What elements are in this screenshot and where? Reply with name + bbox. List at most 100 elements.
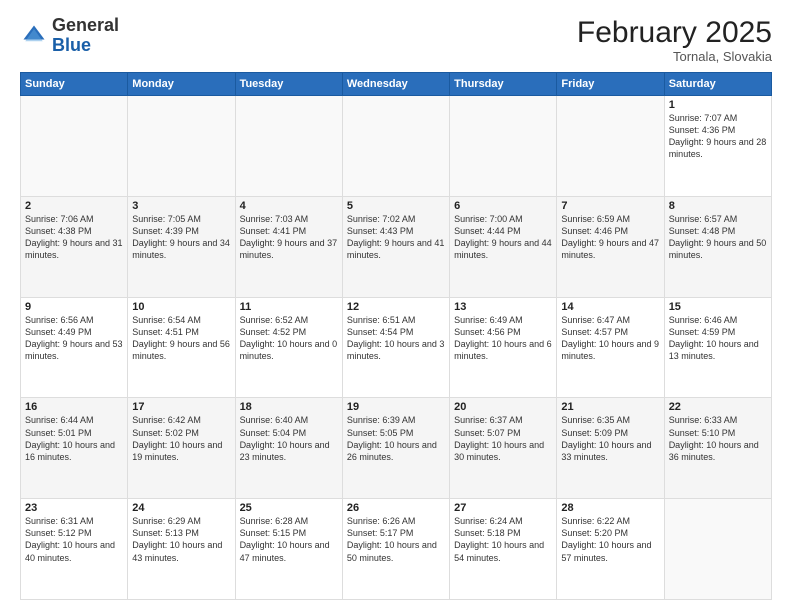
day-cell: 7Sunrise: 6:59 AM Sunset: 4:46 PM Daylig… xyxy=(557,196,664,297)
day-info: Sunrise: 6:29 AM Sunset: 5:13 PM Dayligh… xyxy=(132,515,230,564)
day-info: Sunrise: 6:35 AM Sunset: 5:09 PM Dayligh… xyxy=(561,414,659,463)
day-info: Sunrise: 7:06 AM Sunset: 4:38 PM Dayligh… xyxy=(25,213,123,262)
day-number: 7 xyxy=(561,200,659,212)
day-number: 23 xyxy=(25,502,123,514)
day-number: 13 xyxy=(454,301,552,313)
day-number: 12 xyxy=(347,301,445,313)
day-info: Sunrise: 6:31 AM Sunset: 5:12 PM Dayligh… xyxy=(25,515,123,564)
day-info: Sunrise: 7:05 AM Sunset: 4:39 PM Dayligh… xyxy=(132,213,230,262)
day-info: Sunrise: 6:28 AM Sunset: 5:15 PM Dayligh… xyxy=(240,515,338,564)
day-info: Sunrise: 6:49 AM Sunset: 4:56 PM Dayligh… xyxy=(454,314,552,363)
day-cell: 17Sunrise: 6:42 AM Sunset: 5:02 PM Dayli… xyxy=(128,398,235,499)
day-info: Sunrise: 6:47 AM Sunset: 4:57 PM Dayligh… xyxy=(561,314,659,363)
day-info: Sunrise: 6:52 AM Sunset: 4:52 PM Dayligh… xyxy=(240,314,338,363)
title-block: February 2025 Tornala, Slovakia xyxy=(577,16,772,64)
logo-general: General xyxy=(52,15,119,35)
day-info: Sunrise: 6:42 AM Sunset: 5:02 PM Dayligh… xyxy=(132,414,230,463)
day-number: 5 xyxy=(347,200,445,212)
day-info: Sunrise: 6:26 AM Sunset: 5:17 PM Dayligh… xyxy=(347,515,445,564)
day-number: 4 xyxy=(240,200,338,212)
day-cell xyxy=(557,96,664,197)
day-number: 21 xyxy=(561,401,659,413)
day-number: 26 xyxy=(347,502,445,514)
day-info: Sunrise: 6:44 AM Sunset: 5:01 PM Dayligh… xyxy=(25,414,123,463)
week-row-4: 23Sunrise: 6:31 AM Sunset: 5:12 PM Dayli… xyxy=(21,499,772,600)
day-info: Sunrise: 6:51 AM Sunset: 4:54 PM Dayligh… xyxy=(347,314,445,363)
day-number: 27 xyxy=(454,502,552,514)
logo: General Blue xyxy=(20,16,119,56)
day-number: 11 xyxy=(240,301,338,313)
day-info: Sunrise: 6:46 AM Sunset: 4:59 PM Dayligh… xyxy=(669,314,767,363)
day-cell xyxy=(342,96,449,197)
day-cell: 16Sunrise: 6:44 AM Sunset: 5:01 PM Dayli… xyxy=(21,398,128,499)
calendar-header-row: Sunday Monday Tuesday Wednesday Thursday… xyxy=(21,73,772,96)
day-number: 8 xyxy=(669,200,767,212)
day-number: 3 xyxy=(132,200,230,212)
day-cell: 27Sunrise: 6:24 AM Sunset: 5:18 PM Dayli… xyxy=(450,499,557,600)
day-cell: 24Sunrise: 6:29 AM Sunset: 5:13 PM Dayli… xyxy=(128,499,235,600)
day-info: Sunrise: 6:39 AM Sunset: 5:05 PM Dayligh… xyxy=(347,414,445,463)
day-cell xyxy=(450,96,557,197)
day-cell: 26Sunrise: 6:26 AM Sunset: 5:17 PM Dayli… xyxy=(342,499,449,600)
week-row-3: 16Sunrise: 6:44 AM Sunset: 5:01 PM Dayli… xyxy=(21,398,772,499)
month-title: February 2025 xyxy=(577,16,772,49)
col-thursday: Thursday xyxy=(450,73,557,96)
col-friday: Friday xyxy=(557,73,664,96)
day-cell: 1Sunrise: 7:07 AM Sunset: 4:36 PM Daylig… xyxy=(664,96,771,197)
calendar-table: Sunday Monday Tuesday Wednesday Thursday… xyxy=(20,72,772,600)
day-cell: 8Sunrise: 6:57 AM Sunset: 4:48 PM Daylig… xyxy=(664,196,771,297)
day-cell: 14Sunrise: 6:47 AM Sunset: 4:57 PM Dayli… xyxy=(557,297,664,398)
col-tuesday: Tuesday xyxy=(235,73,342,96)
day-number: 1 xyxy=(669,99,767,111)
week-row-0: 1Sunrise: 7:07 AM Sunset: 4:36 PM Daylig… xyxy=(21,96,772,197)
day-number: 10 xyxy=(132,301,230,313)
day-info: Sunrise: 6:57 AM Sunset: 4:48 PM Dayligh… xyxy=(669,213,767,262)
day-cell: 2Sunrise: 7:06 AM Sunset: 4:38 PM Daylig… xyxy=(21,196,128,297)
day-cell: 23Sunrise: 6:31 AM Sunset: 5:12 PM Dayli… xyxy=(21,499,128,600)
day-cell: 10Sunrise: 6:54 AM Sunset: 4:51 PM Dayli… xyxy=(128,297,235,398)
day-number: 16 xyxy=(25,401,123,413)
day-cell: 11Sunrise: 6:52 AM Sunset: 4:52 PM Dayli… xyxy=(235,297,342,398)
day-number: 24 xyxy=(132,502,230,514)
day-number: 15 xyxy=(669,301,767,313)
day-info: Sunrise: 6:40 AM Sunset: 5:04 PM Dayligh… xyxy=(240,414,338,463)
day-info: Sunrise: 7:07 AM Sunset: 4:36 PM Dayligh… xyxy=(669,112,767,161)
week-row-1: 2Sunrise: 7:06 AM Sunset: 4:38 PM Daylig… xyxy=(21,196,772,297)
col-monday: Monday xyxy=(128,73,235,96)
day-number: 20 xyxy=(454,401,552,413)
day-info: Sunrise: 6:59 AM Sunset: 4:46 PM Dayligh… xyxy=(561,213,659,262)
day-cell: 6Sunrise: 7:00 AM Sunset: 4:44 PM Daylig… xyxy=(450,196,557,297)
day-cell: 12Sunrise: 6:51 AM Sunset: 4:54 PM Dayli… xyxy=(342,297,449,398)
day-cell: 20Sunrise: 6:37 AM Sunset: 5:07 PM Dayli… xyxy=(450,398,557,499)
day-cell: 5Sunrise: 7:02 AM Sunset: 4:43 PM Daylig… xyxy=(342,196,449,297)
day-number: 28 xyxy=(561,502,659,514)
day-cell: 28Sunrise: 6:22 AM Sunset: 5:20 PM Dayli… xyxy=(557,499,664,600)
day-cell: 9Sunrise: 6:56 AM Sunset: 4:49 PM Daylig… xyxy=(21,297,128,398)
day-number: 2 xyxy=(25,200,123,212)
day-info: Sunrise: 6:33 AM Sunset: 5:10 PM Dayligh… xyxy=(669,414,767,463)
day-cell: 18Sunrise: 6:40 AM Sunset: 5:04 PM Dayli… xyxy=(235,398,342,499)
day-info: Sunrise: 6:37 AM Sunset: 5:07 PM Dayligh… xyxy=(454,414,552,463)
day-cell xyxy=(664,499,771,600)
col-saturday: Saturday xyxy=(664,73,771,96)
day-cell: 22Sunrise: 6:33 AM Sunset: 5:10 PM Dayli… xyxy=(664,398,771,499)
day-number: 17 xyxy=(132,401,230,413)
week-row-2: 9Sunrise: 6:56 AM Sunset: 4:49 PM Daylig… xyxy=(21,297,772,398)
col-wednesday: Wednesday xyxy=(342,73,449,96)
day-cell: 19Sunrise: 6:39 AM Sunset: 5:05 PM Dayli… xyxy=(342,398,449,499)
day-info: Sunrise: 6:24 AM Sunset: 5:18 PM Dayligh… xyxy=(454,515,552,564)
day-cell: 21Sunrise: 6:35 AM Sunset: 5:09 PM Dayli… xyxy=(557,398,664,499)
page: General Blue February 2025 Tornala, Slov… xyxy=(0,0,792,612)
day-cell xyxy=(21,96,128,197)
day-cell xyxy=(235,96,342,197)
day-info: Sunrise: 6:54 AM Sunset: 4:51 PM Dayligh… xyxy=(132,314,230,363)
day-info: Sunrise: 7:03 AM Sunset: 4:41 PM Dayligh… xyxy=(240,213,338,262)
col-sunday: Sunday xyxy=(21,73,128,96)
logo-text: General Blue xyxy=(52,16,119,56)
day-number: 9 xyxy=(25,301,123,313)
day-info: Sunrise: 6:22 AM Sunset: 5:20 PM Dayligh… xyxy=(561,515,659,564)
logo-blue: Blue xyxy=(52,35,91,55)
logo-icon xyxy=(20,22,48,50)
day-info: Sunrise: 6:56 AM Sunset: 4:49 PM Dayligh… xyxy=(25,314,123,363)
day-number: 6 xyxy=(454,200,552,212)
